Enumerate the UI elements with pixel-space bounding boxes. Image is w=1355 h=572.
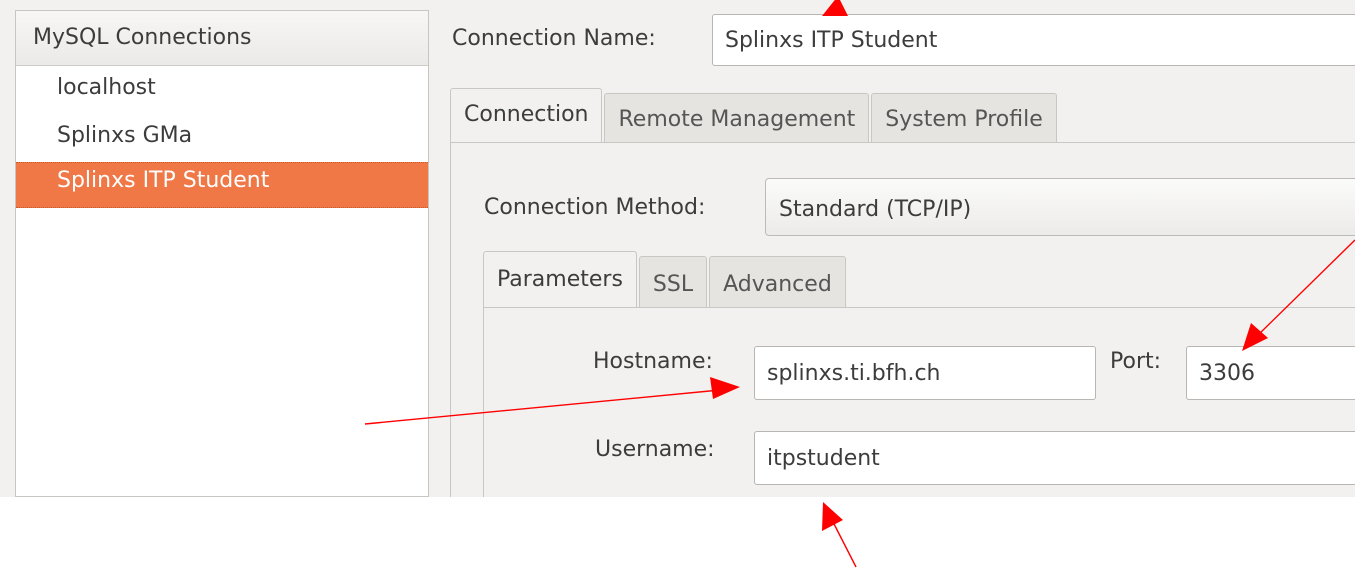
connection-method-label: Connection Method: — [484, 195, 706, 220]
username-arrow-head — [822, 502, 843, 531]
connection-tabs: Connection Remote Management System Prof… — [450, 88, 1059, 143]
port-input[interactable]: 3306 — [1186, 346, 1355, 400]
tab-ssl[interactable]: SSL — [638, 256, 708, 308]
connections-list: MySQL Connections localhost Splinxs GMa … — [15, 10, 429, 497]
tab-advanced[interactable]: Advanced — [709, 256, 846, 308]
parameter-tabs: Parameters SSL Advanced — [483, 251, 848, 308]
connection-item-splinxs-itp-student[interactable]: Splinxs ITP Student — [16, 162, 428, 208]
tab-system-profile[interactable]: System Profile — [871, 93, 1057, 143]
hostname-label: Hostname: — [593, 349, 713, 374]
tab-parameters[interactable]: Parameters — [483, 251, 637, 308]
connection-name-input[interactable]: Splinxs ITP Student — [712, 14, 1355, 66]
username-input[interactable]: itpstudent — [754, 431, 1355, 485]
connection-item-localhost[interactable]: localhost — [16, 66, 428, 114]
connection-name-label: Connection Name: — [452, 26, 656, 51]
connection-item-splinxs-gma[interactable]: Splinxs GMa — [16, 114, 428, 162]
username-label: Username: — [595, 437, 715, 462]
connections-list-header: MySQL Connections — [16, 11, 428, 66]
tab-connection[interactable]: Connection — [450, 88, 603, 143]
tab-remote-management[interactable]: Remote Management — [604, 93, 870, 143]
connection-method-select[interactable]: Standard (TCP/IP) — [765, 178, 1355, 236]
hostname-input[interactable]: splinxs.ti.bfh.ch — [754, 346, 1096, 400]
username-arrow-line — [831, 519, 857, 568]
connection-setup-dialog: MySQL Connections localhost Splinxs GMa … — [0, 0, 1355, 497]
port-label: Port: — [1110, 349, 1162, 374]
